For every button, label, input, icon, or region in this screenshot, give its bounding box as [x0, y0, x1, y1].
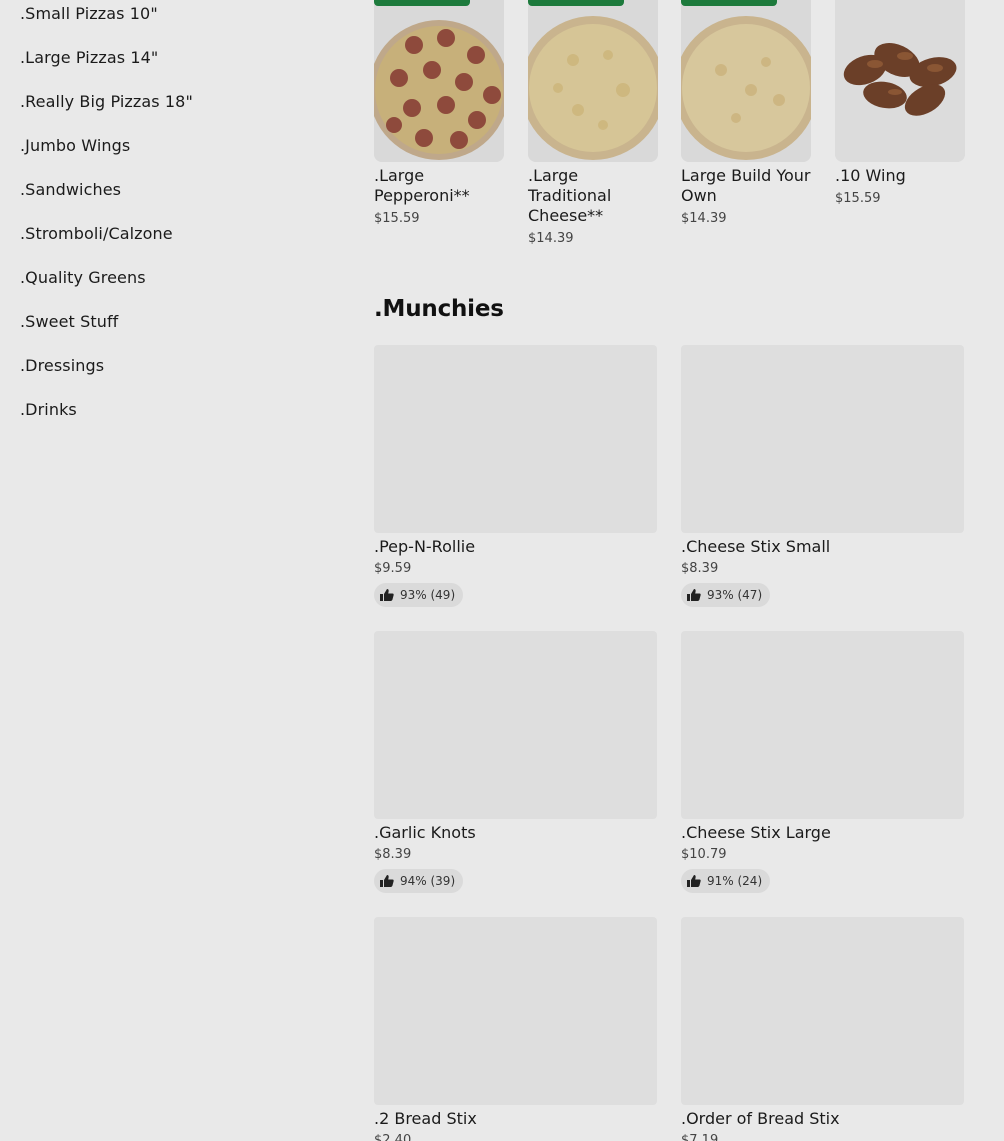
thumbs-up-icon [687, 589, 701, 601]
featured-item-name: .Large Pepperoni** [374, 166, 470, 205]
rating-badge: 94% (39) [374, 869, 464, 893]
featured-item-name: .Large Traditional Cheese** [528, 166, 612, 225]
featured-item-price: $14.39 [528, 231, 574, 246]
item-price: $8.39 [374, 847, 412, 862]
rating-badge: 91% (24) [681, 869, 771, 893]
rating-badge: 93% (49) [374, 583, 464, 607]
category-jumbo-wings[interactable]: .Jumbo Wings [20, 136, 130, 155]
category-quality-greens[interactable]: .Quality Greens [20, 268, 146, 287]
rating-badge: 93% (47) [681, 583, 771, 607]
featured-item-price: $15.59 [374, 211, 420, 226]
item-image-placeholder [681, 631, 964, 819]
cheese-pizza-image [681, 0, 811, 162]
category-dressings[interactable]: .Dressings [20, 356, 104, 375]
item-image-placeholder [374, 345, 657, 533]
cheese-pizza-image [528, 0, 658, 162]
item-name: .Pep-N-Rollie [374, 537, 476, 556]
category-sweet-stuff[interactable]: .Sweet Stuff [20, 312, 118, 331]
item-price: $7.19 [681, 1133, 719, 1141]
thumbs-up-icon [380, 589, 394, 601]
item-name: .Cheese Stix Large [681, 823, 831, 842]
item-image-placeholder [681, 917, 964, 1105]
featured-badge [374, 0, 470, 6]
category-large-pizzas[interactable]: .Large Pizzas 14" [20, 48, 158, 67]
category-small-pizzas[interactable]: .Small Pizzas 10" [20, 4, 158, 23]
chicken-wings-image [835, 0, 965, 162]
featured-item-price: $15.59 [835, 191, 881, 206]
pepperoni-pizza-image [374, 0, 504, 162]
menu-item-card[interactable]: .Cheese Stix Large $10.79 91% (24) [681, 631, 964, 901]
item-price: $8.39 [681, 561, 719, 576]
menu-item-card[interactable]: .Pep-N-Rollie $9.59 93% (49) [374, 345, 657, 615]
item-image-placeholder [374, 631, 657, 819]
item-name: .Order of Bread Stix [681, 1109, 840, 1128]
featured-item-name: Large Build Your Own [681, 166, 811, 205]
menu-main: .Large Pepperoni** $15.59 .Large Traditi… [374, 0, 965, 1141]
item-name: .Garlic Knots [374, 823, 476, 842]
category-stromboli-calzone[interactable]: .Stromboli/Calzone [20, 224, 173, 243]
item-name: .2 Bread Stix [374, 1109, 477, 1128]
item-name: .Cheese Stix Small [681, 537, 831, 556]
item-price: $10.79 [681, 847, 727, 862]
featured-badge [681, 0, 777, 6]
featured-item-price: $14.39 [681, 211, 727, 226]
menu-item-card[interactable]: .Cheese Stix Small $8.39 93% (47) [681, 345, 964, 615]
menu-item-card[interactable]: .Garlic Knots $8.39 94% (39) [374, 631, 657, 901]
category-sandwiches[interactable]: .Sandwiches [20, 180, 121, 199]
featured-badge [528, 0, 624, 6]
section-title: .Munchies [374, 296, 504, 322]
menu-item-card[interactable]: .Order of Bread Stix $7.19 [681, 917, 964, 1141]
rating-text: 91% (24) [707, 874, 763, 888]
category-drinks[interactable]: .Drinks [20, 400, 77, 419]
item-image-placeholder [374, 917, 657, 1105]
thumbs-up-icon [380, 875, 394, 887]
category-really-big-pizzas[interactable]: .Really Big Pizzas 18" [20, 92, 193, 111]
item-image-placeholder [681, 345, 964, 533]
category-sidebar: .Small Pizzas 10" .Large Pizzas 14" .Rea… [0, 0, 340, 1141]
rating-text: 94% (39) [400, 874, 456, 888]
featured-item-name: .10 Wing [835, 166, 906, 185]
rating-text: 93% (47) [707, 588, 763, 602]
thumbs-up-icon [687, 875, 701, 887]
rating-text: 93% (49) [400, 588, 456, 602]
menu-item-card[interactable]: .2 Bread Stix $2.40 [374, 917, 657, 1141]
item-price: $2.40 [374, 1133, 412, 1141]
item-price: $9.59 [374, 561, 412, 576]
